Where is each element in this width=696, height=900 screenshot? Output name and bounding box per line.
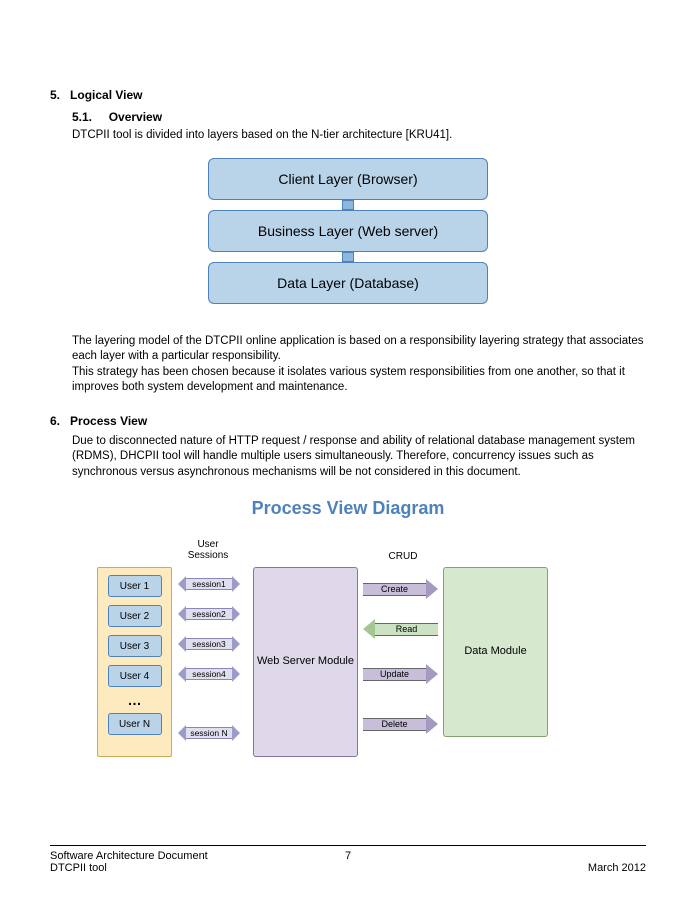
process-view-diagram: User Sessions CRUD User 1 User 2 User 3 … (83, 525, 613, 765)
crud-delete-arrow: Delete (363, 715, 438, 733)
session-arrow: session2 (178, 607, 240, 621)
section-5-1-heading: 5.1. Overview (72, 110, 646, 124)
data-module: Data Module (443, 567, 548, 737)
section-5-paragraphs: The layering model of the DTCPII online … (72, 334, 646, 396)
section-6-title: Process View (70, 414, 147, 428)
layer-client: Client Layer (Browser) (208, 158, 488, 200)
layer-business: Business Layer (Web server) (208, 210, 488, 252)
footer-left: Software Architecture Document DTCPII to… (50, 850, 208, 874)
session-arrow: session N (178, 726, 240, 740)
crud-read-arrow: Read (363, 620, 438, 638)
crud-create-arrow: Create (363, 580, 438, 598)
session-arrow: session1 (178, 577, 240, 591)
users-ellipsis: … (128, 695, 142, 705)
section-5-heading: 5. Logical View (50, 88, 646, 102)
web-server-module: Web Server Module (253, 567, 358, 757)
footer-page-number: 7 (345, 850, 351, 862)
user-box: User 4 (108, 665, 162, 687)
para1: The layering model of the DTCPII online … (72, 334, 646, 365)
layer-diagram: Client Layer (Browser) Business Layer (W… (50, 158, 646, 304)
section-5-number: 5. (50, 88, 60, 102)
layer-connector (342, 200, 354, 210)
section-5-title: Logical View (70, 88, 142, 102)
users-pane: User 1 User 2 User 3 User 4 … User N (97, 567, 172, 757)
section-5-1-title: Overview (109, 110, 162, 124)
label-user-sessions: User Sessions (178, 539, 238, 561)
footer-right: March 2012 (588, 862, 646, 874)
section-5-intro: DTCPII tool is divided into layers based… (72, 128, 646, 144)
user-box: User 1 (108, 575, 162, 597)
layer-data: Data Layer (Database) (208, 262, 488, 304)
section-5-1-number: 5.1. (72, 110, 92, 124)
label-crud: CRUD (373, 551, 433, 562)
session-arrow: session4 (178, 667, 240, 681)
user-box: User 2 (108, 605, 162, 627)
section-6-body: Due to disconnected nature of HTTP reque… (72, 434, 646, 481)
user-box: User 3 (108, 635, 162, 657)
layer-connector (342, 252, 354, 262)
user-box: User N (108, 713, 162, 735)
session-arrow: session3 (178, 637, 240, 651)
para2: This strategy has been chosen because it… (72, 365, 646, 396)
section-6-number: 6. (50, 414, 60, 428)
crud-update-arrow: Update (363, 665, 438, 683)
process-view-diagram-title: Process View Diagram (50, 498, 646, 519)
section-6-heading: 6. Process View (50, 414, 646, 428)
page-footer: Software Architecture Document DTCPII to… (50, 845, 646, 874)
